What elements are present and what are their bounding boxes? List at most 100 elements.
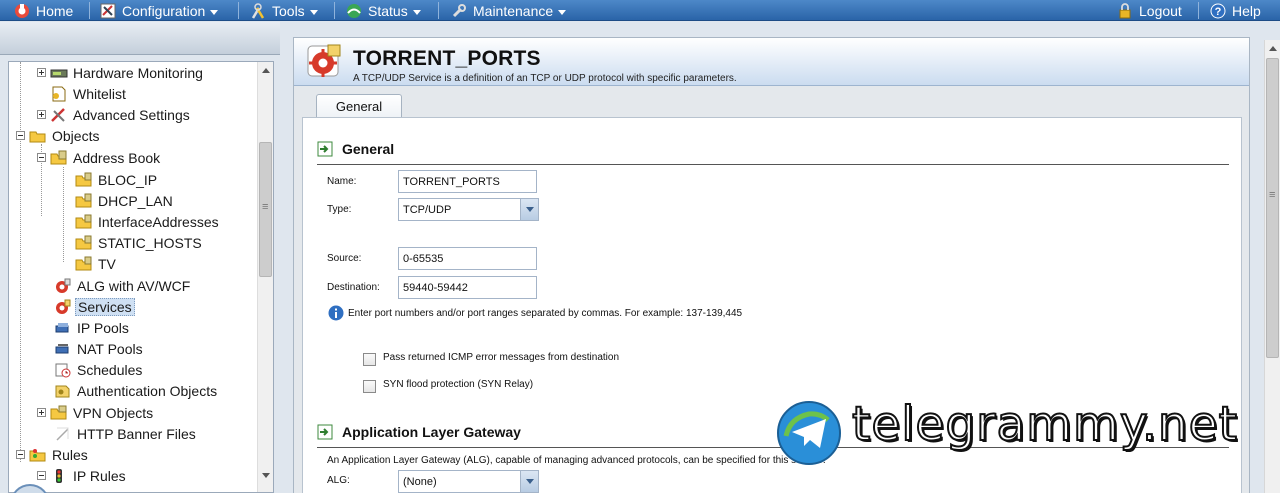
collapse-icon[interactable]: [16, 131, 25, 140]
collapse-icon[interactable]: [16, 450, 25, 459]
collapse-icon[interactable]: [37, 471, 46, 480]
destination-input[interactable]: [398, 276, 537, 299]
nat-pool-icon: [54, 341, 72, 357]
tree-item-hardware-monitoring[interactable]: Hardware Monitoring: [37, 62, 205, 83]
tree-label: HTTP Banner Files: [77, 425, 196, 442]
menu-status-label: Status: [368, 2, 408, 19]
tree-item-vpn-objects[interactable]: VPN Objects: [37, 402, 155, 423]
scroll-up-icon[interactable]: [262, 68, 270, 73]
expand-icon[interactable]: [37, 68, 46, 77]
tree-label: Advanced Settings: [73, 106, 190, 123]
menu-help[interactable]: ? Help: [1210, 0, 1261, 21]
schedule-icon: [54, 362, 72, 378]
name-input[interactable]: [398, 170, 537, 193]
tree-item-services[interactable]: Services: [54, 296, 135, 317]
menu-separator: [238, 2, 239, 19]
services-icon: [54, 299, 72, 315]
alg-icon: [54, 278, 72, 294]
folder-icon: [75, 193, 93, 209]
chevron-down-icon[interactable]: [520, 199, 538, 220]
tree-item-interface-addresses[interactable]: InterfaceAddresses: [75, 211, 221, 232]
telegram-logo-icon: [776, 400, 842, 466]
syn-relay-checkbox-label: SYN flood protection (SYN Relay): [383, 379, 534, 390]
section-arrow-icon: [317, 424, 333, 440]
wrench-icon: [451, 3, 467, 19]
tree-item-advanced-settings[interactable]: Advanced Settings: [37, 104, 192, 125]
tree-item-objects[interactable]: Objects: [16, 125, 101, 146]
folder-icon: [75, 214, 93, 230]
configuration-icon: [100, 3, 116, 19]
tree-item-address-book[interactable]: Address Book: [37, 147, 162, 168]
menu-tools[interactable]: Tools: [250, 0, 318, 21]
tree-label: Authentication Objects: [77, 382, 218, 399]
source-input[interactable]: [398, 247, 537, 270]
tree-item-auth-objects[interactable]: Authentication Objects: [54, 380, 219, 401]
chevron-down-icon: [412, 9, 421, 15]
tree-item-bloc-ip[interactable]: BLOC_IP: [75, 169, 159, 190]
name-label: Name:: [327, 176, 357, 187]
info-icon: [328, 305, 344, 321]
folder-icon: [75, 172, 93, 188]
menu-configuration[interactable]: Configuration: [100, 0, 219, 21]
tree-item-ip-rules[interactable]: IP Rules: [37, 465, 128, 486]
section-general-title: General: [342, 141, 395, 157]
scroll-thumb[interactable]: [259, 142, 272, 277]
alg-select-value: (None): [403, 476, 437, 488]
content-scrollbar[interactable]: [1264, 40, 1280, 493]
help-icon: ?: [1210, 3, 1226, 19]
menu-status[interactable]: Status: [346, 0, 421, 21]
tab-general[interactable]: General: [316, 94, 402, 118]
watermark: telegrammy.net: [776, 396, 1266, 468]
type-label: Type:: [327, 204, 352, 215]
tree-item-static-hosts[interactable]: STATIC_HOSTS: [75, 232, 204, 253]
address-book-icon: [50, 150, 68, 166]
svg-text:?: ?: [1215, 6, 1222, 18]
section-alg: Application Layer Gateway: [317, 421, 521, 443]
tree-item-nat-pools[interactable]: NAT Pools: [54, 338, 145, 359]
icmp-checkbox[interactable]: [363, 353, 376, 366]
menu-home[interactable]: Home: [14, 0, 73, 21]
alg-description: An Application Layer Gateway (ALG), capa…: [327, 455, 826, 466]
tree-item-rules[interactable]: Rules: [16, 444, 90, 465]
menu-separator: [438, 2, 439, 19]
alg-select[interactable]: (None): [398, 470, 539, 493]
scroll-thumb[interactable]: [1266, 58, 1279, 358]
tree-label: InterfaceAddresses: [98, 213, 219, 230]
menu-separator: [334, 2, 335, 19]
tree-label: NAT Pools: [77, 340, 143, 357]
tree-item-dhcp-lan[interactable]: DHCP_LAN: [75, 190, 175, 211]
menu-maintenance[interactable]: Maintenance: [451, 0, 567, 21]
scroll-up-icon[interactable]: [1269, 46, 1277, 51]
tree-item-alg[interactable]: ALG with AV/WCF: [54, 275, 192, 296]
tree-scrollbar[interactable]: [257, 62, 273, 492]
source-label: Source:: [327, 253, 362, 264]
tree-item-tv[interactable]: TV: [75, 253, 118, 274]
tree-item-whitelist[interactable]: Whitelist: [50, 83, 128, 104]
expand-icon[interactable]: [37, 110, 46, 119]
key-icon: [54, 383, 72, 399]
tree-label: ALG with AV/WCF: [77, 277, 191, 294]
tree-label: Whitelist: [73, 85, 126, 102]
chevron-down-icon[interactable]: [520, 471, 538, 492]
folder-open-icon: [29, 128, 47, 144]
service-gear-icon: [306, 43, 344, 81]
tree-item-http-banner[interactable]: HTTP Banner Files: [54, 423, 198, 444]
home-icon: [14, 3, 30, 19]
menu-maintenance-label: Maintenance: [473, 2, 554, 19]
tree-label: Schedules: [77, 361, 143, 378]
type-select[interactable]: TCP/UDP: [398, 198, 539, 221]
expand-icon[interactable]: [37, 408, 46, 417]
menu-logout[interactable]: Logout: [1117, 0, 1182, 21]
syn-relay-checkbox[interactable]: [363, 380, 376, 393]
menu-help-label: Help: [1232, 2, 1261, 19]
collapse-icon[interactable]: [37, 153, 46, 162]
tree-label: Objects: [52, 127, 100, 144]
settings-icon: [50, 107, 68, 123]
scroll-down-icon[interactable]: [262, 473, 270, 478]
navigation-tree: Hardware Monitoring Whitelist Advanced S…: [8, 61, 274, 493]
tree-item-schedules[interactable]: Schedules: [54, 359, 144, 380]
tree-label: TV: [98, 255, 116, 272]
tree-label: Hardware Monitoring: [73, 64, 203, 81]
tree-item-ip-pools[interactable]: IP Pools: [54, 317, 131, 338]
vpn-folder-icon: [50, 405, 68, 421]
